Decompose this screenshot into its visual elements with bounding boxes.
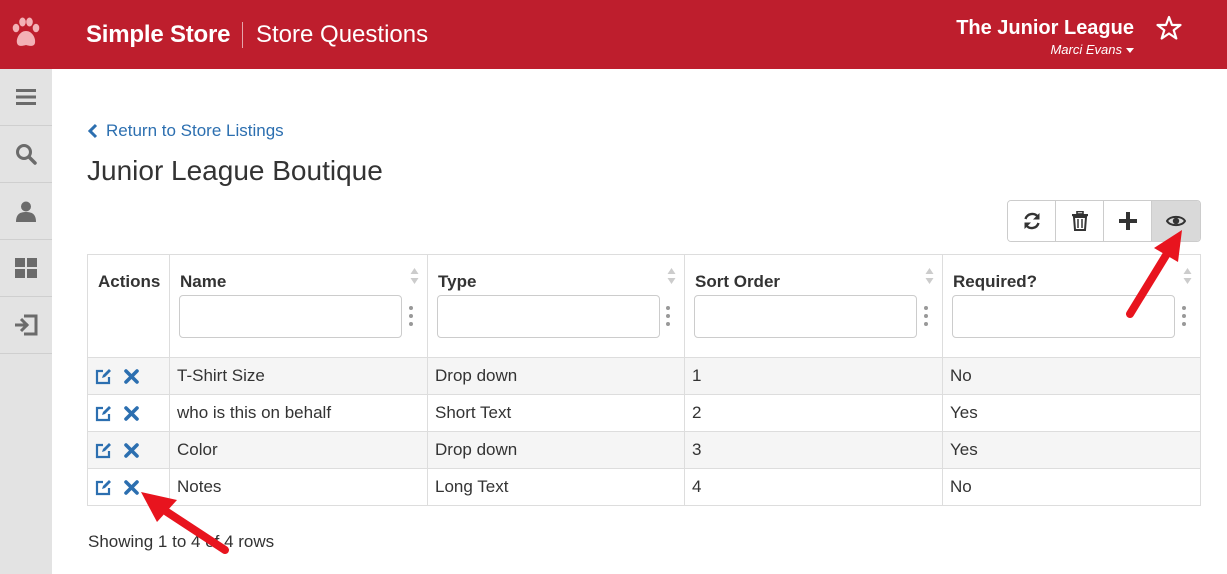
cell-sort-order: 3 [684,431,943,469]
column-header-actions: Actions [87,254,170,358]
trash-icon [1071,211,1088,231]
name-filter-input[interactable] [179,295,402,338]
column-label: Actions [98,272,161,291]
cell-type: Drop down [427,357,685,395]
return-to-store-listings-link[interactable]: Return to Store Listings [88,121,284,141]
menu-icon [16,89,36,105]
user-menu[interactable]: Marci Evans [1050,42,1134,57]
more-options-icon[interactable] [1182,305,1186,327]
sidebar-item-menu[interactable] [0,69,52,126]
cell-type: Short Text [427,394,685,432]
cell-name: who is this on behalf [169,394,428,432]
cell-sort-order: 1 [684,357,943,395]
user-icon [16,201,36,222]
add-button[interactable] [1104,201,1152,241]
sort-icon[interactable] [925,267,934,285]
eye-icon [1166,215,1186,227]
cell-name: Notes [169,468,428,506]
cell-type: Drop down [427,431,685,469]
user-name: Marci Evans [1050,42,1122,57]
row-actions [87,431,170,469]
cell-name: T-Shirt Size [169,357,428,395]
edit-icon[interactable] [95,405,112,422]
chevron-left-icon [88,123,98,139]
delete-icon[interactable] [124,442,139,458]
refresh-button[interactable] [1008,201,1056,241]
page-title: Junior League Boutique [87,155,383,186]
delete-button[interactable] [1056,201,1104,241]
top-header: Simple Store Store Questions The Junior … [0,0,1227,69]
org-name: The Junior League [956,17,1134,39]
more-options-icon[interactable] [409,305,413,327]
row-actions [87,468,170,506]
column-label: Name [180,272,227,291]
table-header-row: Actions Name Type Sort Order Required? [87,254,1201,358]
caret-down-icon [1126,48,1134,54]
sort-icon[interactable] [1183,267,1192,285]
sidebar [0,69,52,574]
column-label: Required? [953,272,1038,291]
edit-icon[interactable] [95,442,112,459]
cell-required: Yes [942,394,1201,432]
sort-icon[interactable] [667,267,676,285]
column-header-name[interactable]: Name [169,254,428,358]
column-header-sort-order[interactable]: Sort Order [684,254,943,358]
column-label: Sort Order [695,272,781,291]
required-filter-input[interactable] [952,295,1175,338]
sort-order-filter-input[interactable] [694,295,917,338]
cell-required: Yes [942,431,1201,469]
cell-required: No [942,468,1201,506]
cell-sort-order: 2 [684,394,943,432]
table-row: Notes Long Text 4 No [87,468,1201,506]
column-header-type[interactable]: Type [427,254,685,358]
app-title[interactable]: Simple Store [86,21,231,49]
cell-type: Long Text [427,468,685,506]
more-options-icon[interactable] [666,305,670,327]
delete-icon[interactable] [124,368,139,384]
sidebar-item-user[interactable] [0,183,52,240]
cell-name: Color [169,431,428,469]
more-options-icon[interactable] [924,305,928,327]
sign-out-icon [15,314,38,336]
dashboard-icon [15,258,37,278]
edit-icon[interactable] [95,479,112,496]
table-row: T-Shirt Size Drop down 1 No [87,357,1201,395]
row-actions [87,357,170,395]
paw-logo-icon[interactable] [10,16,42,52]
toggle-columns-button[interactable] [1152,201,1200,241]
cell-sort-order: 4 [684,468,943,506]
questions-table: Actions Name Type Sort Order Required? T… [87,254,1201,506]
table-row: who is this on behalf Short Text 2 Yes [87,394,1201,432]
delete-icon[interactable] [124,405,139,421]
refresh-icon [1023,212,1040,230]
back-link-label: Return to Store Listings [106,121,284,140]
table-toolbar [1007,200,1201,242]
plus-icon [1118,212,1137,230]
page-name: Store Questions [256,21,429,48]
column-label: Type [438,272,477,291]
sort-icon[interactable] [410,267,419,285]
sidebar-item-dashboard[interactable] [0,240,52,297]
title-divider [242,22,243,48]
sidebar-item-search[interactable] [0,126,52,183]
pagination-info: Showing 1 to 4 of 4 rows [88,532,275,551]
edit-icon[interactable] [95,368,112,385]
sidebar-item-sign-out[interactable] [0,297,52,354]
row-actions [87,394,170,432]
type-filter-input[interactable] [437,295,660,338]
delete-icon[interactable] [124,479,139,495]
table-row: Color Drop down 3 Yes [87,431,1201,469]
column-header-required[interactable]: Required? [942,254,1201,358]
search-icon [16,144,37,165]
star-icon[interactable] [1156,15,1182,41]
cell-required: No [942,357,1201,395]
